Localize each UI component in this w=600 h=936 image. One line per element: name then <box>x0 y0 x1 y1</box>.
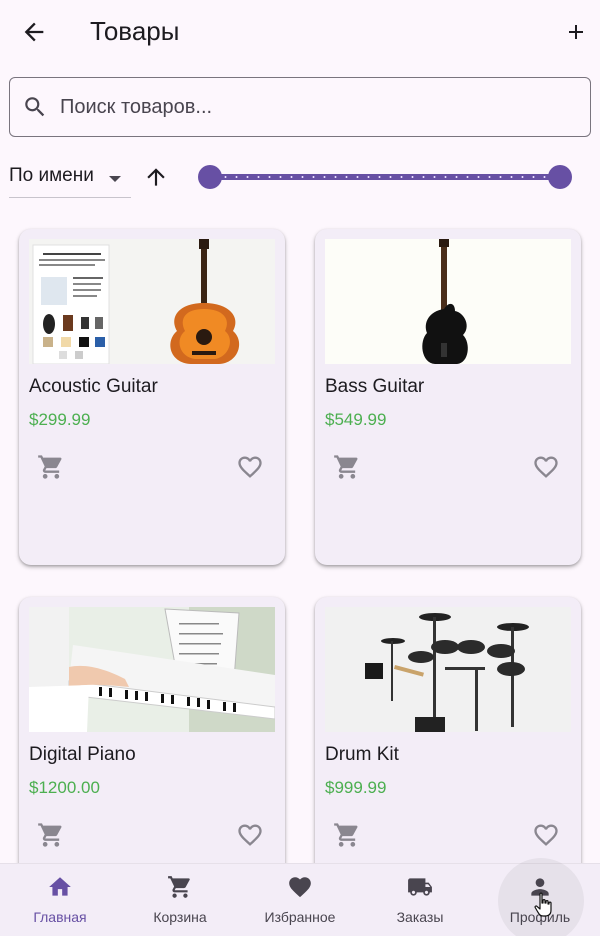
product-price: $299.99 <box>29 410 91 429</box>
nav-item-label: Главная <box>33 909 87 925</box>
hand-cursor-icon <box>534 892 552 917</box>
heart-outline-icon[interactable] <box>235 821 265 849</box>
product-image <box>325 239 571 364</box>
product-grid: Acoustic Guitar $299.99 Bass Guitar $549… <box>0 218 600 863</box>
product-card[interactable]: Drum Kit $999.99 <box>315 597 581 863</box>
add-to-cart-icon[interactable] <box>37 453 65 481</box>
search-icon <box>25 97 45 117</box>
heart-outline-icon[interactable] <box>235 453 265 481</box>
product-image <box>325 607 571 732</box>
sort-bar: По имени <box>0 150 600 206</box>
add-to-cart-icon[interactable] <box>37 821 65 849</box>
search-input[interactable]: Поиск товаров... <box>9 77 591 137</box>
arrow-up-icon[interactable] <box>143 164 169 190</box>
sort-dropdown-label: По имени <box>9 165 94 186</box>
product-name: Digital Piano <box>29 744 136 765</box>
slider-tick-marks <box>220 176 550 178</box>
nav-item-cart[interactable]: Корзина <box>120 864 240 936</box>
product-card[interactable]: Acoustic Guitar $299.99 <box>19 229 285 565</box>
sort-dropdown[interactable]: По имени <box>9 162 131 198</box>
add-to-cart-icon[interactable] <box>333 821 361 849</box>
product-price: $549.99 <box>325 410 387 429</box>
add-icon[interactable] <box>564 18 588 46</box>
price-range-slider[interactable] <box>198 163 576 191</box>
product-name: Drum Kit <box>325 744 399 765</box>
product-name: Acoustic Guitar <box>29 376 158 397</box>
product-image <box>29 607 275 732</box>
nav-item-label: Заказы <box>396 909 444 925</box>
truck-icon <box>408 878 432 896</box>
nav-item-orders[interactable]: Заказы <box>360 864 480 936</box>
nav-item-label: Корзина <box>153 909 207 925</box>
back-arrow-icon[interactable] <box>20 18 48 46</box>
product-price: $999.99 <box>325 778 387 797</box>
cart-icon <box>168 876 190 898</box>
add-to-cart-icon[interactable] <box>333 453 361 481</box>
product-name: Bass Guitar <box>325 376 425 397</box>
nav-item-favorites[interactable]: Избранное <box>240 864 360 936</box>
product-card[interactable]: Digital Piano $1200.00 <box>19 597 285 863</box>
slider-thumb-min[interactable] <box>198 165 222 189</box>
home-icon <box>49 877 71 896</box>
heart-outline-icon[interactable] <box>531 821 561 849</box>
product-image <box>29 239 275 364</box>
bottom-navigation: Главная Корзина Избранное Заказы Профиль <box>0 858 600 936</box>
heart-outline-icon[interactable] <box>531 453 561 481</box>
product-price: $1200.00 <box>29 778 100 797</box>
nav-item-label: Избранное <box>264 909 336 925</box>
search-placeholder: Поиск товаров... <box>60 96 213 118</box>
slider-thumb-max[interactable] <box>548 165 572 189</box>
product-card[interactable]: Bass Guitar $549.99 <box>315 229 581 565</box>
chevron-down-icon <box>109 176 121 182</box>
page-title: Товары <box>90 16 180 46</box>
app-bar: Товары <box>0 0 600 64</box>
nav-item-home[interactable]: Главная <box>0 864 120 936</box>
heart-icon <box>289 877 311 898</box>
